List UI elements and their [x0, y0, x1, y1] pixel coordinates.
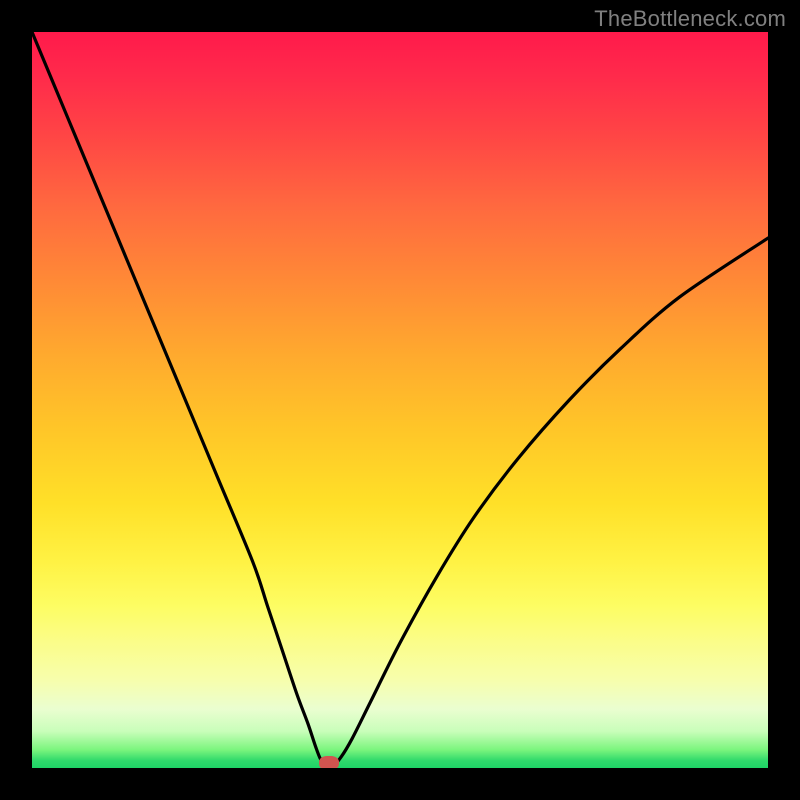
- optimal-point-marker: [319, 756, 339, 768]
- watermark-text: TheBottleneck.com: [594, 6, 786, 32]
- bottleneck-curve: [32, 32, 768, 768]
- chart-frame: TheBottleneck.com: [0, 0, 800, 800]
- plot-area: [32, 32, 768, 768]
